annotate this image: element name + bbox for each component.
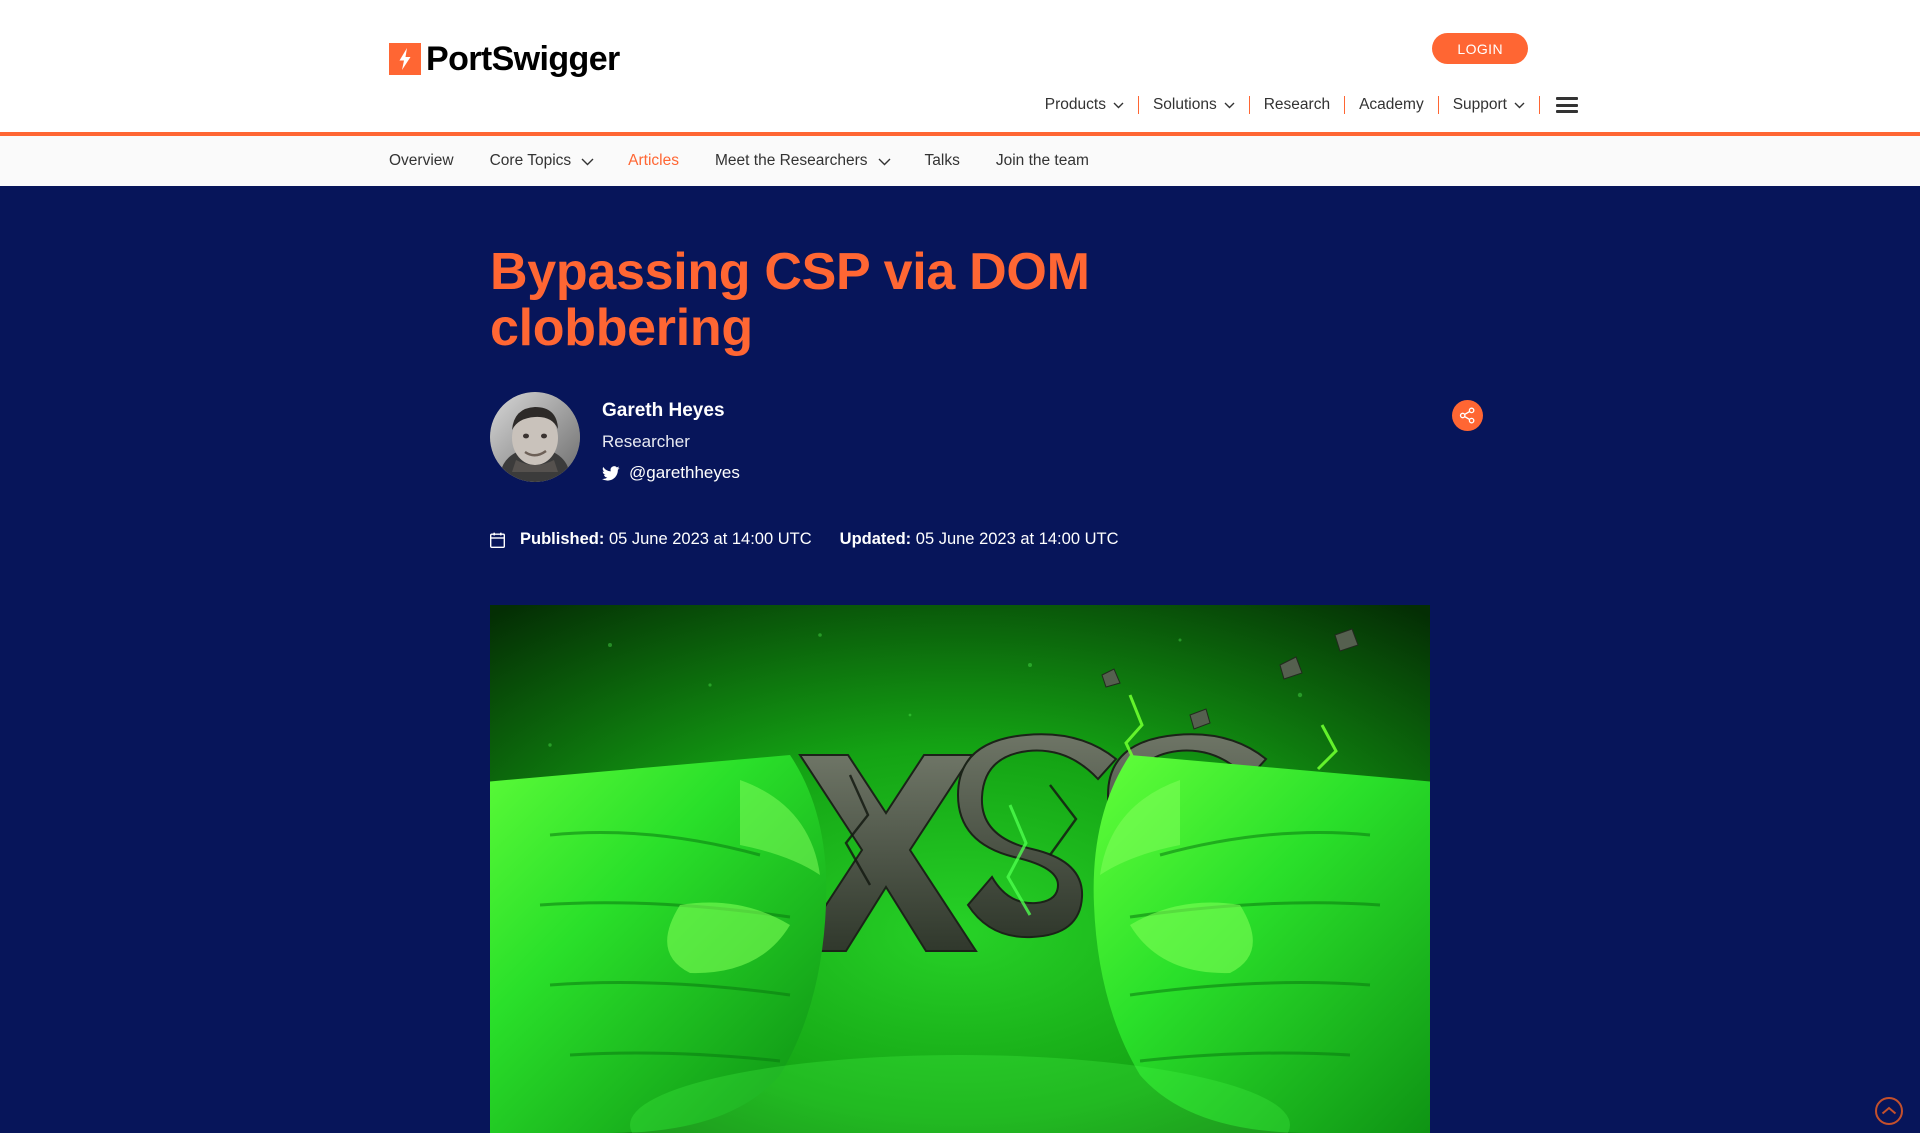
- chevron-down-icon: [1224, 102, 1235, 109]
- nav-item-products-label: Products: [1044, 96, 1106, 113]
- subnav-item-articles[interactable]: Articles: [628, 152, 679, 170]
- nav-item-products[interactable]: Products: [1031, 96, 1138, 114]
- avatar: [490, 392, 580, 483]
- subnav-item-join-the-team[interactable]: Join the team: [996, 152, 1089, 170]
- subnav-item-overview[interactable]: Overview: [389, 152, 454, 170]
- nav-item-academy-label: Academy: [1359, 96, 1424, 113]
- nav-item-solutions-label: Solutions: [1152, 96, 1217, 113]
- chevron-down-icon: [581, 158, 594, 165]
- site-logo[interactable]: PortSwigger: [389, 42, 620, 76]
- author-block: Gareth Heyes Researcher @garethheyes: [490, 392, 1483, 483]
- author-role: Researcher: [602, 432, 690, 452]
- chevron-down-icon: [1514, 102, 1525, 109]
- subnav-item-overview-label: Overview: [389, 152, 454, 169]
- subnav-item-core-topics[interactable]: Core Topics: [489, 152, 594, 170]
- article-hero: Bypassing CSP via DOM clobbering Gareth …: [0, 186, 1920, 1133]
- published-date: Published: 05 June 2023 at 14:00 UTC: [520, 530, 812, 549]
- subnav-item-articles-label: Articles: [628, 152, 679, 169]
- article-dates: Published: 05 June 2023 at 14:00 UTC Upd…: [490, 530, 1430, 549]
- author-twitter-handle: @garethheyes: [629, 463, 740, 483]
- updated-value: 05 June 2023 at 14:00 UTC: [915, 530, 1119, 549]
- page-title: Bypassing CSP via DOM clobbering: [490, 243, 1090, 358]
- share-button[interactable]: [1452, 400, 1483, 432]
- nav-item-research[interactable]: Research: [1250, 96, 1344, 114]
- nav-item-research-label: Research: [1263, 96, 1331, 113]
- back-to-top-button[interactable]: [1875, 1097, 1903, 1126]
- published-value: 05 June 2023 at 14:00 UTC: [608, 530, 812, 549]
- subnav-item-join-the-team-label: Join the team: [995, 152, 1089, 169]
- nav-item-support-label: Support: [1452, 96, 1507, 113]
- author-twitter-link[interactable]: @garethheyes: [602, 463, 740, 483]
- updated-date: Updated: 05 June 2023 at 14:00 UTC: [840, 530, 1119, 549]
- nav-divider: [1539, 96, 1540, 114]
- article-hero-image: [490, 605, 1430, 1133]
- nav-item-solutions[interactable]: Solutions: [1139, 96, 1249, 114]
- author-name: Gareth Heyes: [602, 400, 725, 422]
- subnav-item-talks-label: Talks: [924, 152, 960, 169]
- calendar-icon: [490, 532, 505, 548]
- chevron-down-icon: [878, 158, 890, 165]
- subnav-item-talks[interactable]: Talks: [925, 152, 960, 170]
- main-navigation: Products Solutions Research Academy Supp…: [1031, 92, 1578, 118]
- site-header: PortSwigger LOGIN Products Solutions Res…: [0, 0, 1920, 136]
- site-logo-text: PortSwigger: [426, 40, 620, 78]
- twitter-icon: [602, 465, 620, 481]
- section-navigation: Overview Core Topics Articles Meet the R…: [0, 136, 1920, 186]
- login-button[interactable]: LOGIN: [1432, 33, 1528, 64]
- chevron-down-icon: [1113, 102, 1124, 109]
- lightning-bolt-icon: [389, 43, 421, 75]
- nav-item-support[interactable]: Support: [1439, 96, 1539, 114]
- subnav-item-meet-the-researchers-label: Meet the Researchers: [715, 152, 868, 169]
- subnav-item-meet-the-researchers[interactable]: Meet the Researchers: [715, 152, 890, 170]
- updated-label: Updated:: [839, 530, 912, 549]
- chevron-up-icon: [1881, 1106, 1897, 1116]
- published-label: Published:: [520, 530, 605, 549]
- subnav-item-core-topics-label: Core Topics: [489, 152, 572, 169]
- share-icon: [1459, 407, 1476, 424]
- nav-item-academy[interactable]: Academy: [1345, 96, 1438, 114]
- hamburger-menu-icon[interactable]: [1556, 97, 1578, 113]
